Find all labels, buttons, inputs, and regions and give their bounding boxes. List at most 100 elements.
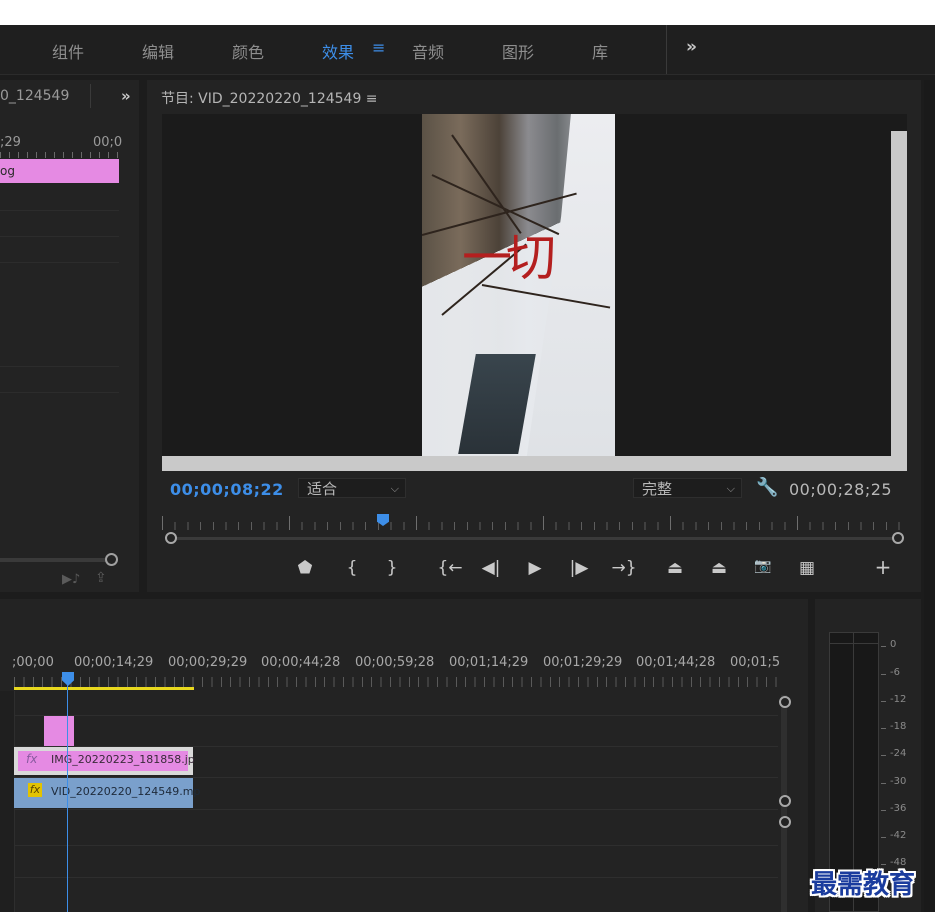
source-ruler-timecode: 00;0 xyxy=(93,135,123,150)
video-bar-right xyxy=(891,131,907,456)
playback-resolution-value: 完整 xyxy=(642,480,673,498)
zoom-fit-select[interactable]: 适合 ⌵ xyxy=(298,478,406,498)
timeline-ruler-timecode: 00;01;44;28 xyxy=(636,655,716,670)
track-divider xyxy=(0,366,119,367)
workspace-bar: 组件 编辑 颜色 效果 ≡ 音频 图形 库 » xyxy=(0,25,935,75)
program-monitor: 节目: VID_20220220_124549 ≡ 一切 00;00;08;22… xyxy=(147,80,921,592)
fx-badge-icon: fx xyxy=(28,783,42,797)
source-scrollbar[interactable] xyxy=(0,558,112,562)
zoom-handle-left[interactable] xyxy=(165,532,177,544)
scroll-handle-top[interactable] xyxy=(779,696,791,708)
fx-badge-icon: fx xyxy=(26,752,38,766)
step-back-button[interactable]: ◀| xyxy=(479,558,503,578)
program-monitor-title[interactable]: 节目: VID_20220220_124549 ≡ xyxy=(161,88,378,108)
chevron-down-icon: ⌵ xyxy=(390,482,399,495)
scroll-handle-bottom[interactable] xyxy=(779,795,791,807)
tab-graphics[interactable]: 图形 xyxy=(502,39,534,63)
db-tick xyxy=(881,837,886,838)
source-ruler-timecode: ;29 xyxy=(0,135,21,150)
track-divider xyxy=(0,236,119,237)
insert-audio-icon[interactable]: ▶♪ xyxy=(62,572,80,587)
timeline-ruler-timecode: 00;01;14;29 xyxy=(449,655,529,670)
source-panel-more-icon[interactable]: » xyxy=(121,87,131,105)
watermark: 最需教育 xyxy=(811,870,916,900)
add-marker-button[interactable]: ⬟ xyxy=(293,558,317,578)
timeline-ruler-timecode: 00;00;29;29 xyxy=(168,655,248,670)
timeline-ruler-timecode: 00;01;29;29 xyxy=(543,655,623,670)
db-label: -30 xyxy=(890,776,907,787)
track-headers[interactable] xyxy=(0,691,15,912)
playback-resolution-select[interactable]: 完整 ⌵ xyxy=(633,478,742,498)
title-clip[interactable] xyxy=(44,716,74,746)
play-button[interactable]: ▶ xyxy=(523,558,547,578)
db-label: -18 xyxy=(890,721,907,732)
program-video-area[interactable]: 一切 xyxy=(162,114,907,471)
source-panel-title[interactable]: 0_124549 xyxy=(0,88,69,104)
step-forward-button[interactable]: |▶ xyxy=(567,558,591,578)
timeline-ruler-timecode: 00;01;5 xyxy=(730,655,781,670)
video-clip-name: VID_20220220_124549.mp xyxy=(51,785,201,798)
db-label: -12 xyxy=(890,694,907,705)
scroll-handle-top[interactable] xyxy=(779,816,791,828)
tab-color[interactable]: 颜色 xyxy=(232,39,264,63)
db-tick xyxy=(881,728,886,729)
go-to-in-button[interactable]: {← xyxy=(435,558,465,578)
compare-button[interactable]: ▦ xyxy=(795,558,819,578)
work-area-bar[interactable] xyxy=(14,687,194,690)
tab-editing[interactable]: 编辑 xyxy=(142,39,174,63)
video-overlay-text: 一切 xyxy=(462,229,556,287)
db-tick xyxy=(881,674,886,675)
source-ruler[interactable] xyxy=(0,152,119,158)
track-divider xyxy=(14,809,778,810)
zoom-handle-right[interactable] xyxy=(892,532,904,544)
settings-wrench-icon[interactable]: 🔧 xyxy=(756,477,778,498)
db-tick xyxy=(881,646,886,647)
source-panel-divider xyxy=(90,84,91,108)
program-time-ruler-major xyxy=(162,516,905,530)
timeline-ruler-timecode: 00;00;14;29 xyxy=(74,655,154,670)
db-label: -24 xyxy=(890,748,907,759)
mark-out-button[interactable]: } xyxy=(380,558,404,578)
zoom-fit-value: 适合 xyxy=(307,480,338,498)
source-clip[interactable] xyxy=(0,159,119,183)
playhead-timecode[interactable]: 00;00;08;22 xyxy=(170,480,284,499)
track-divider xyxy=(14,845,778,846)
timeline-panel: ;00;00 00;00;14;29 00;00;29;29 00;00;44;… xyxy=(0,599,808,912)
source-panel: 0_124549 » ;29 00;0 og ▶♪ ⇪ xyxy=(0,80,139,592)
timeline-ruler-timecode: 00;00;59;28 xyxy=(355,655,435,670)
timeline-ruler[interactable] xyxy=(14,677,779,687)
tab-audio[interactable]: 音频 xyxy=(412,39,444,63)
source-scroll-handle[interactable] xyxy=(105,553,118,566)
tab-libraries[interactable]: 库 xyxy=(592,39,608,63)
db-label: -6 xyxy=(890,667,900,678)
audio-meter-peak xyxy=(829,643,879,644)
workspace-menu-icon[interactable]: ≡ xyxy=(372,38,385,57)
tab-assembly[interactable]: 组件 xyxy=(52,39,84,63)
extract-button[interactable]: ⏏ xyxy=(707,558,731,578)
program-zoom-scrollbar[interactable] xyxy=(174,537,898,540)
add-button[interactable]: + xyxy=(871,555,895,579)
track-divider xyxy=(14,715,778,716)
playhead-line xyxy=(67,685,68,912)
top-strip xyxy=(0,0,935,25)
db-tick xyxy=(881,701,886,702)
source-clip-label: og xyxy=(0,164,15,178)
track-divider xyxy=(0,262,119,263)
export-icon[interactable]: ⇪ xyxy=(95,570,107,586)
video-path xyxy=(458,354,536,454)
lift-button[interactable]: ⏏ xyxy=(663,558,687,578)
db-label: -36 xyxy=(890,803,907,814)
track-divider xyxy=(14,877,778,878)
workspace-divider xyxy=(666,25,667,74)
duration-timecode: 00;00;28;25 xyxy=(789,480,893,499)
go-to-out-button[interactable]: →} xyxy=(609,558,639,578)
more-workspaces-icon[interactable]: » xyxy=(686,37,697,57)
right-edge xyxy=(924,80,935,912)
chevron-down-icon: ⌵ xyxy=(726,482,735,495)
export-frame-button[interactable]: 📷 xyxy=(751,558,775,574)
track-divider xyxy=(0,210,119,211)
mark-in-button[interactable]: { xyxy=(340,558,364,578)
db-label: -42 xyxy=(890,830,907,841)
track-divider xyxy=(0,392,119,393)
tab-effects[interactable]: 效果 xyxy=(322,39,354,63)
